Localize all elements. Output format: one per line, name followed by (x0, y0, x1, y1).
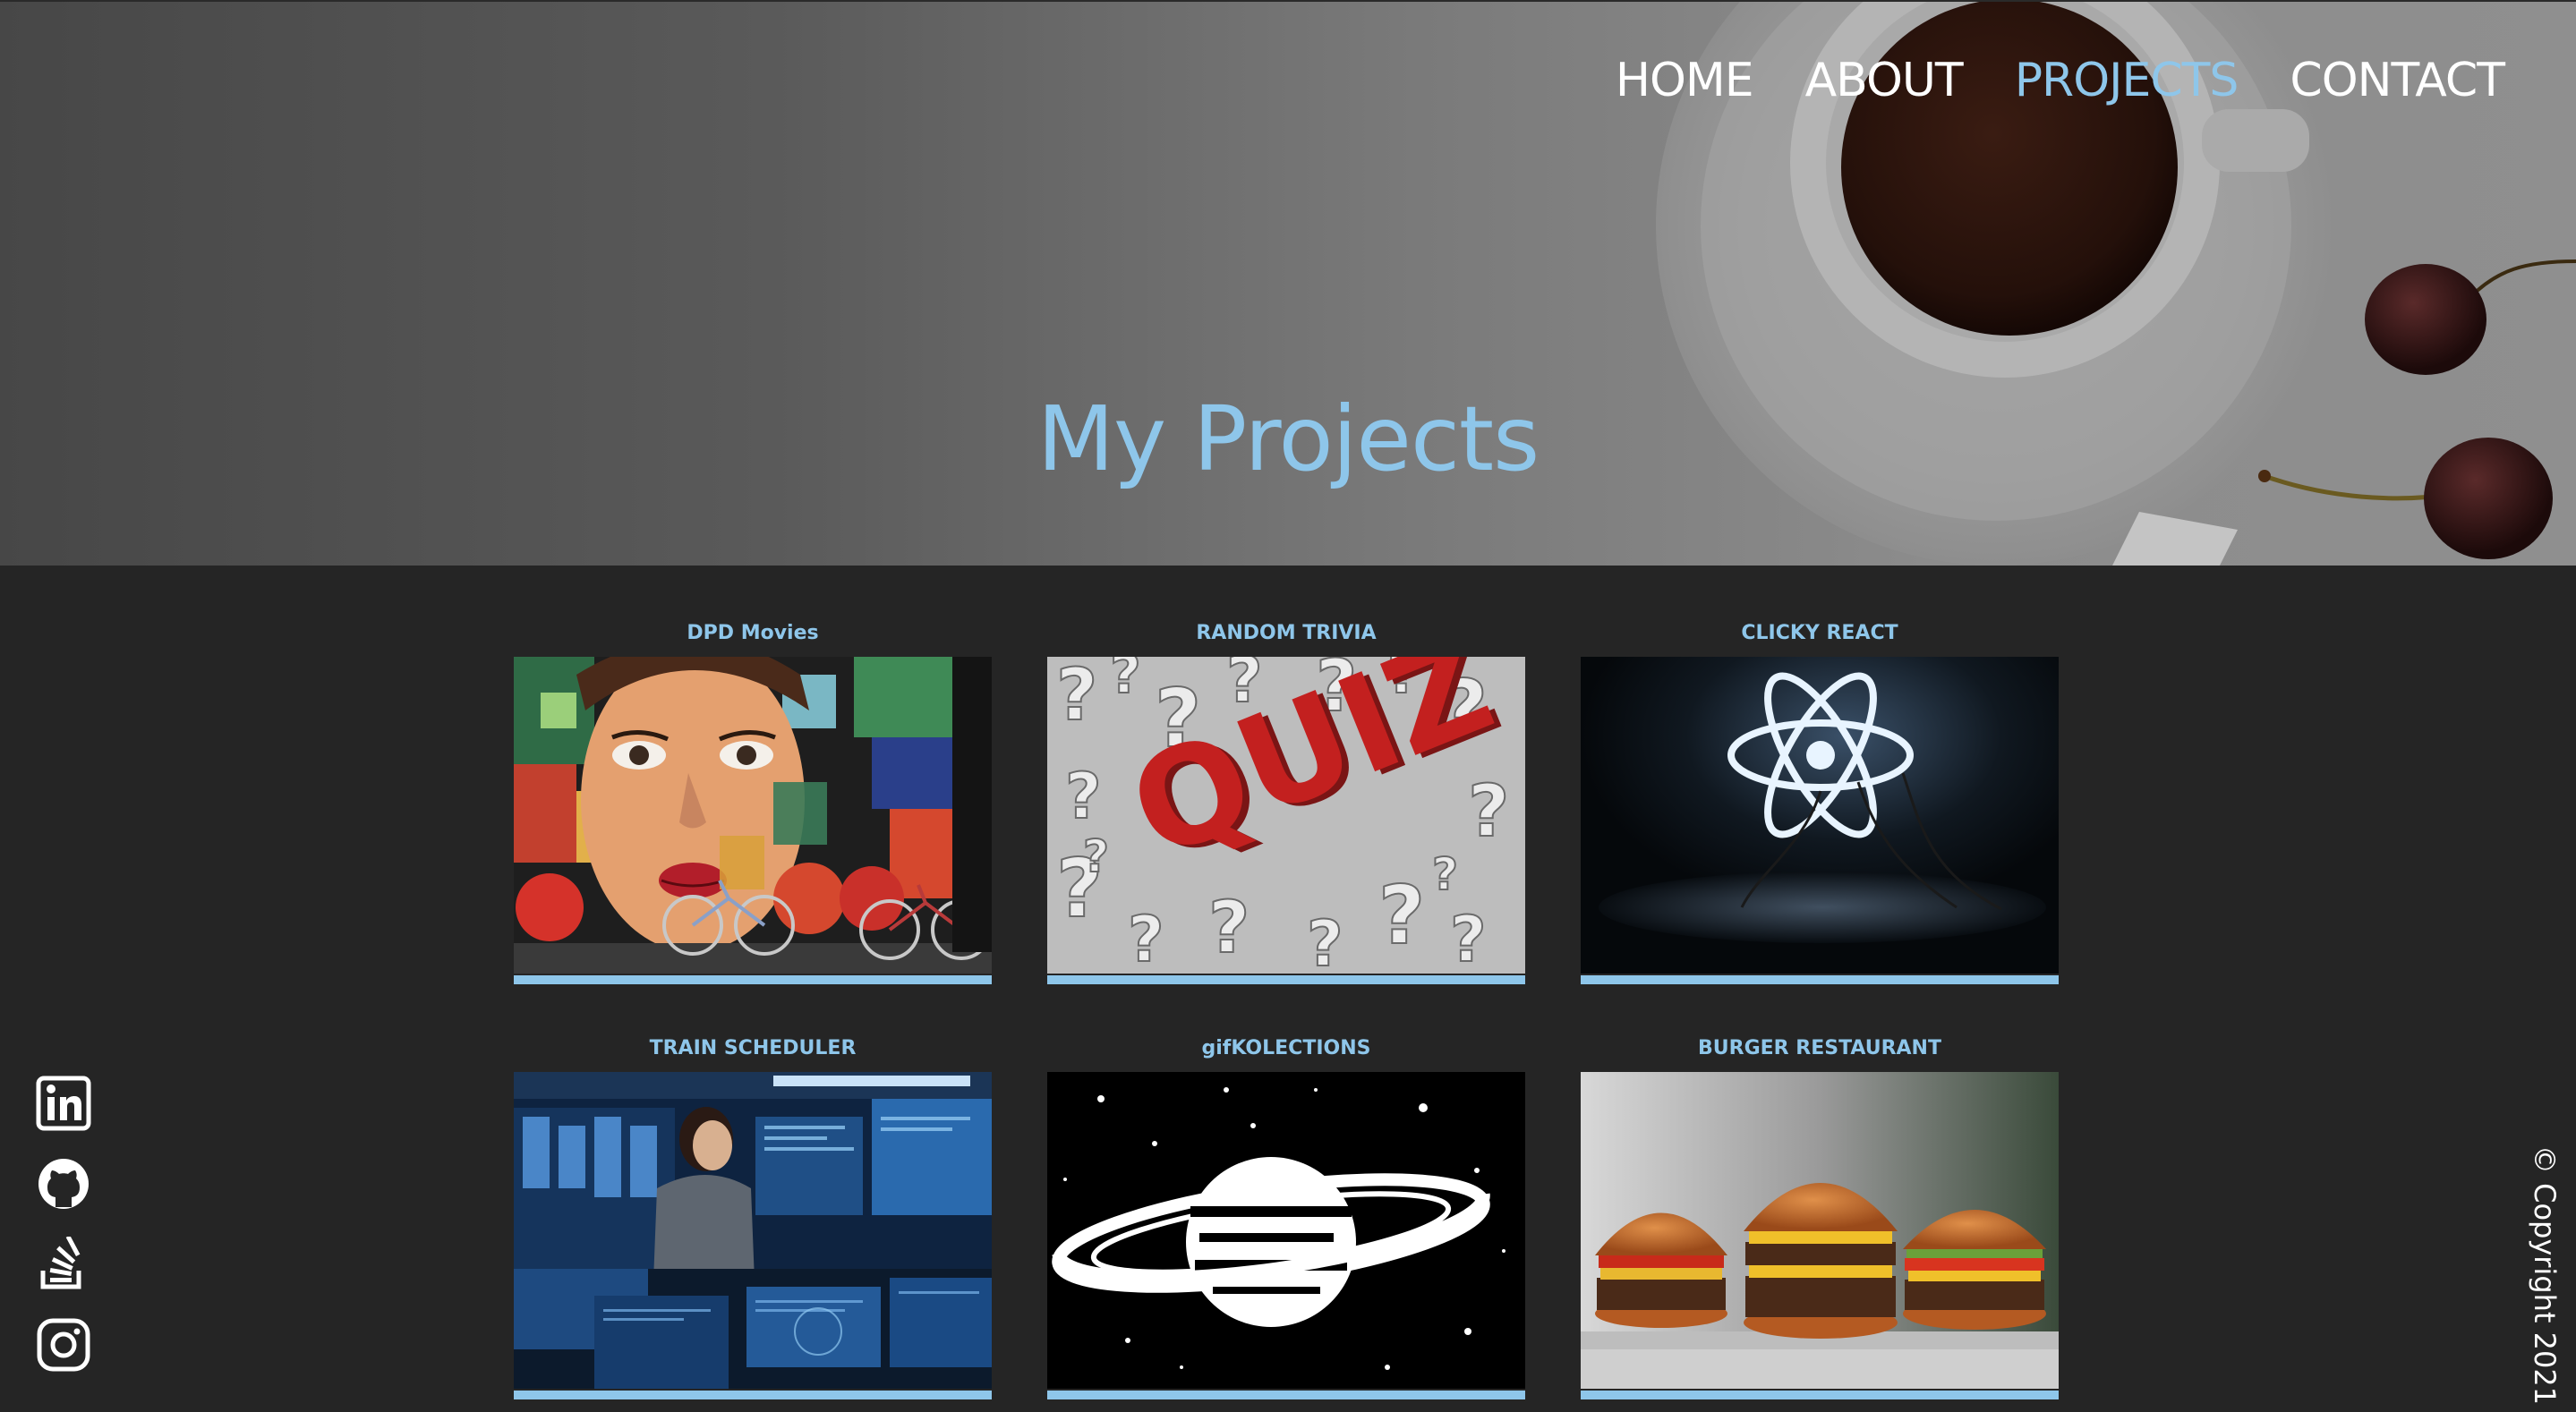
linkedin-icon[interactable] (36, 1076, 91, 1131)
svg-text:?: ? (1208, 886, 1250, 969)
project-card-underline (514, 1391, 992, 1399)
project-card-burger-restaurant[interactable]: BURGER RESTAURANT (1581, 1033, 2059, 1399)
project-thumbnail[interactable] (514, 657, 992, 974)
project-card-random-trivia[interactable]: RANDOM TRIVIA ? ? ? ? ? ? ? ? ? ? ? ? ? … (1047, 617, 1525, 984)
copyright-text: © Copyright 2021 (2528, 1144, 2562, 1406)
social-links (36, 1076, 91, 1373)
projects-grid: DPD Movies RANDOM TRIVIA ? ? ? ? ? ? ? ?… (514, 617, 2060, 1399)
svg-text:?: ? (1110, 657, 1141, 706)
project-thumbnail[interactable] (1581, 657, 2059, 974)
project-card-dpd-movies[interactable]: DPD Movies (514, 617, 992, 984)
project-card-gifkolections[interactable]: gifKOLECTIONS (1047, 1033, 1525, 1399)
nav-projects[interactable]: PROJECTS (2015, 54, 2239, 107)
hero-banner: HOME ABOUT PROJECTS CONTACT My Projects (0, 0, 2576, 566)
copyright-notice: © Copyright 2021 (2513, 1145, 2576, 1405)
svg-text:?: ? (1083, 830, 1109, 882)
main-nav: HOME ABOUT PROJECTS CONTACT (1616, 54, 2505, 107)
svg-text:?: ? (1307, 907, 1343, 974)
nav-contact[interactable]: CONTACT (2290, 54, 2505, 107)
project-title: DPD Movies (687, 622, 819, 644)
ringed-planet-image (1047, 1072, 1525, 1389)
svg-text:?: ? (1468, 770, 1509, 853)
quiz-image: ? ? ? ? ? ? ? ? ? ? ? ? ? ? ? ? ? QUIZ Q… (1047, 657, 1525, 974)
project-title: BURGER RESTAURANT (1698, 1037, 1941, 1059)
svg-text:?: ? (1450, 903, 1487, 974)
instagram-icon[interactable] (36, 1317, 91, 1373)
page-title: My Projects (1036, 387, 1540, 491)
nav-home[interactable]: HOME (1616, 54, 1754, 107)
github-icon[interactable] (36, 1156, 91, 1212)
svg-text:?: ? (1378, 869, 1425, 963)
project-thumbnail[interactable] (514, 1072, 992, 1389)
project-thumbnail[interactable]: ? ? ? ? ? ? ? ? ? ? ? ? ? ? ? ? ? QUIZ Q… (1047, 657, 1525, 974)
project-title: RANDOM TRIVIA (1196, 622, 1377, 644)
svg-text:?: ? (1432, 848, 1458, 900)
graffiti-mural-image (514, 657, 992, 974)
project-card-underline (1581, 975, 2059, 984)
project-title: gifKOLECTIONS (1201, 1037, 1371, 1059)
project-card-train-scheduler[interactable]: TRAIN SCHEDULER (514, 1033, 992, 1399)
svg-text:?: ? (1128, 903, 1164, 974)
nav-about[interactable]: ABOUT (1805, 54, 1964, 107)
cheeseburgers-image (1581, 1072, 2059, 1389)
stackoverflow-icon[interactable] (36, 1237, 91, 1292)
project-thumbnail[interactable] (1581, 1072, 2059, 1389)
page: HOME ABOUT PROJECTS CONTACT My Projects … (0, 0, 2576, 1412)
project-card-underline (1047, 1391, 1525, 1399)
project-thumbnail[interactable] (1047, 1072, 1525, 1389)
project-title: CLICKY REACT (1741, 622, 1898, 644)
project-card-clicky-react[interactable]: CLICKY REACT (1581, 617, 2059, 984)
project-card-underline (1047, 975, 1525, 984)
svg-text:?: ? (1065, 760, 1102, 833)
control-room-image (514, 1072, 992, 1389)
project-card-underline (1581, 1391, 2059, 1399)
project-card-underline (514, 975, 992, 984)
svg-text:?: ? (1056, 657, 1097, 736)
project-title: TRAIN SCHEDULER (649, 1037, 857, 1059)
neon-react-logo-image (1581, 657, 2059, 974)
